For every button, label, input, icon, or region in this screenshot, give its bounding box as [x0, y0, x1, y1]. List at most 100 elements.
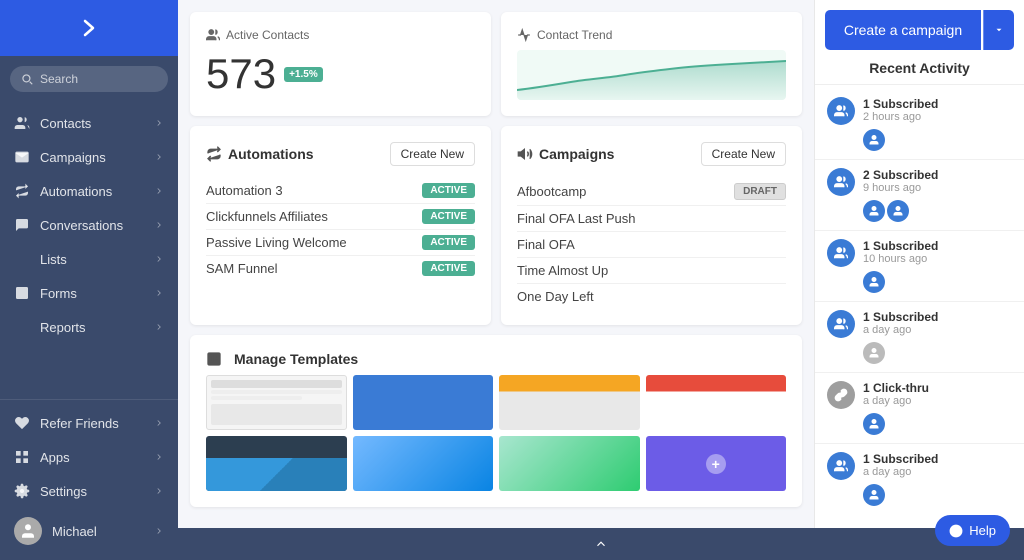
chevron-up-icon — [594, 537, 608, 551]
activity-time-1: 9 hours ago — [863, 182, 938, 194]
template-thumb-7[interactable] — [499, 436, 640, 491]
activity-time-3: a day ago — [863, 324, 938, 336]
template-thumb-1[interactable] — [206, 375, 347, 430]
automations-create-new-button[interactable]: Create New — [390, 142, 475, 166]
activity-list: 1 Subscribed 2 hours ago — [815, 85, 1024, 528]
chevron-right-icon8 — [154, 418, 164, 428]
activity-time-2: 10 hours ago — [863, 253, 938, 265]
campaign-row-2: Final OFA — [517, 232, 786, 258]
sidebar-item-forms[interactable]: Forms — [0, 276, 178, 310]
sidebar-item-reports-label: Reports — [40, 320, 86, 335]
activity-item-2: 1 Subscribed 10 hours ago — [815, 231, 1024, 302]
sidebar-item-campaigns-label: Campaigns — [40, 150, 106, 165]
activity-text-2: 1 Subscribed — [863, 239, 938, 253]
chevron-right-icon6 — [154, 288, 164, 298]
sidebar-logo[interactable] — [0, 0, 178, 56]
forms-icon — [14, 285, 30, 301]
campaigns-create-new-button[interactable]: Create New — [701, 142, 786, 166]
trend-chart — [517, 50, 786, 100]
contact-trend-card: Contact Trend — [501, 12, 802, 116]
sidebar-item-campaigns[interactable]: Campaigns — [0, 140, 178, 174]
chevron-right-icon3 — [154, 186, 164, 196]
mini-avatar-5-0 — [863, 484, 885, 506]
sidebar-item-contacts-label: Contacts — [40, 116, 91, 131]
activity-time-5: a day ago — [863, 466, 938, 478]
mini-avatar-0-0 — [863, 129, 885, 151]
sidebar-bottom: Refer Friends Apps Settings — [0, 399, 178, 560]
main-content: Active Contacts 573 +1.5% Contact Trend — [178, 0, 1024, 560]
search-icon — [20, 72, 34, 86]
mini-avatar-1-0 — [863, 200, 885, 222]
sidebar-item-lists[interactable]: Lists — [0, 242, 178, 276]
active-contacts-number: 573 +1.5% — [206, 50, 475, 98]
campaigns-icon — [14, 149, 30, 165]
avatar — [14, 517, 42, 545]
activity-icon-0 — [827, 97, 855, 125]
campaigns-title: Campaigns — [517, 146, 614, 162]
sidebar-item-settings-label: Settings — [40, 484, 87, 499]
activity-text-1: 2 Subscribed — [863, 168, 938, 182]
chevron-right-icon7 — [154, 322, 164, 332]
automation-row-3: SAM Funnel ACTIVE — [206, 256, 475, 281]
campaigns-header: Campaigns Create New — [517, 142, 786, 166]
help-button[interactable]: Help — [935, 515, 1010, 546]
bottom-bar[interactable] — [178, 528, 1024, 560]
active-contacts-title-row: Active Contacts — [206, 28, 475, 42]
sidebar-item-settings[interactable]: Settings — [0, 474, 178, 508]
template-thumb-6[interactable] — [353, 436, 494, 491]
template-thumb-4[interactable] — [646, 375, 787, 430]
settings-icon — [14, 483, 30, 499]
create-campaign-dropdown-button[interactable] — [983, 10, 1014, 50]
template-thumb-3[interactable] — [499, 375, 640, 430]
sidebar-item-apps[interactable]: Apps — [0, 440, 178, 474]
template-grid: + — [206, 375, 786, 491]
sidebar-item-conversations[interactable]: Conversations — [0, 208, 178, 242]
middle-row: Automations Create New Automation 3 ACTI… — [190, 126, 802, 325]
mini-avatar-2-0 — [863, 271, 885, 293]
activity-icon-3 — [827, 310, 855, 338]
campaign-row-3: Time Almost Up — [517, 258, 786, 284]
sidebar-item-automations[interactable]: Automations — [0, 174, 178, 208]
activity-item-0: 1 Subscribed 2 hours ago — [815, 89, 1024, 160]
bottom-row: Manage Templates — [190, 335, 802, 507]
chevron-right-icon5 — [154, 254, 164, 264]
campaign-row-1: Final OFA Last Push — [517, 206, 786, 232]
activity-text-0: 1 Subscribed — [863, 97, 938, 111]
contacts-icon — [14, 115, 30, 131]
user-profile[interactable]: Michael — [0, 508, 178, 554]
activity-text-5: 1 Subscribed — [863, 452, 938, 466]
create-campaign-button[interactable]: Create a campaign — [825, 10, 981, 50]
automation-row-1: Clickfunnels Affiliates ACTIVE — [206, 204, 475, 230]
top-row: Active Contacts 573 +1.5% Contact Trend — [190, 12, 802, 116]
search-box[interactable]: Search — [10, 66, 168, 92]
lists-icon — [14, 251, 30, 267]
template-thumb-8[interactable]: + — [646, 436, 787, 491]
activity-icon-2 — [827, 239, 855, 267]
template-thumb-2[interactable] — [353, 375, 494, 430]
template-thumb-5[interactable] — [206, 436, 347, 491]
sidebar-item-refer-friends[interactable]: Refer Friends — [0, 406, 178, 440]
dashboard: Active Contacts 573 +1.5% Contact Trend — [178, 0, 814, 528]
sidebar-item-refer-friends-label: Refer Friends — [40, 416, 119, 431]
campaigns-card: Campaigns Create New Afbootcamp DRAFT Fi… — [501, 126, 802, 325]
activity-time-4: a day ago — [863, 395, 929, 407]
automations-title: Automations — [206, 146, 314, 162]
activity-text-4: 1 Click-thru — [863, 381, 929, 395]
sidebar-nav: Contacts Campaigns Automations Conversat… — [0, 102, 178, 399]
content-area: Active Contacts 573 +1.5% Contact Trend — [178, 0, 1024, 528]
active-contacts-icon — [206, 28, 220, 42]
sidebar-item-contacts[interactable]: Contacts — [0, 106, 178, 140]
sidebar-item-reports[interactable]: Reports — [0, 310, 178, 344]
campaign-row-4: One Day Left — [517, 284, 786, 309]
chevron-right-icon10 — [154, 486, 164, 496]
activity-item-1: 2 Subscribed 9 hours ago — [815, 160, 1024, 231]
contact-trend-title: Contact Trend — [537, 28, 612, 42]
chevron-right-icon2 — [154, 152, 164, 162]
activity-time-0: 2 hours ago — [863, 111, 938, 123]
templates-card: Manage Templates — [190, 335, 802, 507]
mini-avatar-3-0 — [863, 342, 885, 364]
active-contacts-title: Active Contacts — [226, 28, 309, 42]
templates-title: Manage Templates — [206, 351, 786, 367]
right-panel: Create a campaign Recent Activity 1 Subs… — [814, 0, 1024, 528]
mini-avatar-4-0 — [863, 413, 885, 435]
